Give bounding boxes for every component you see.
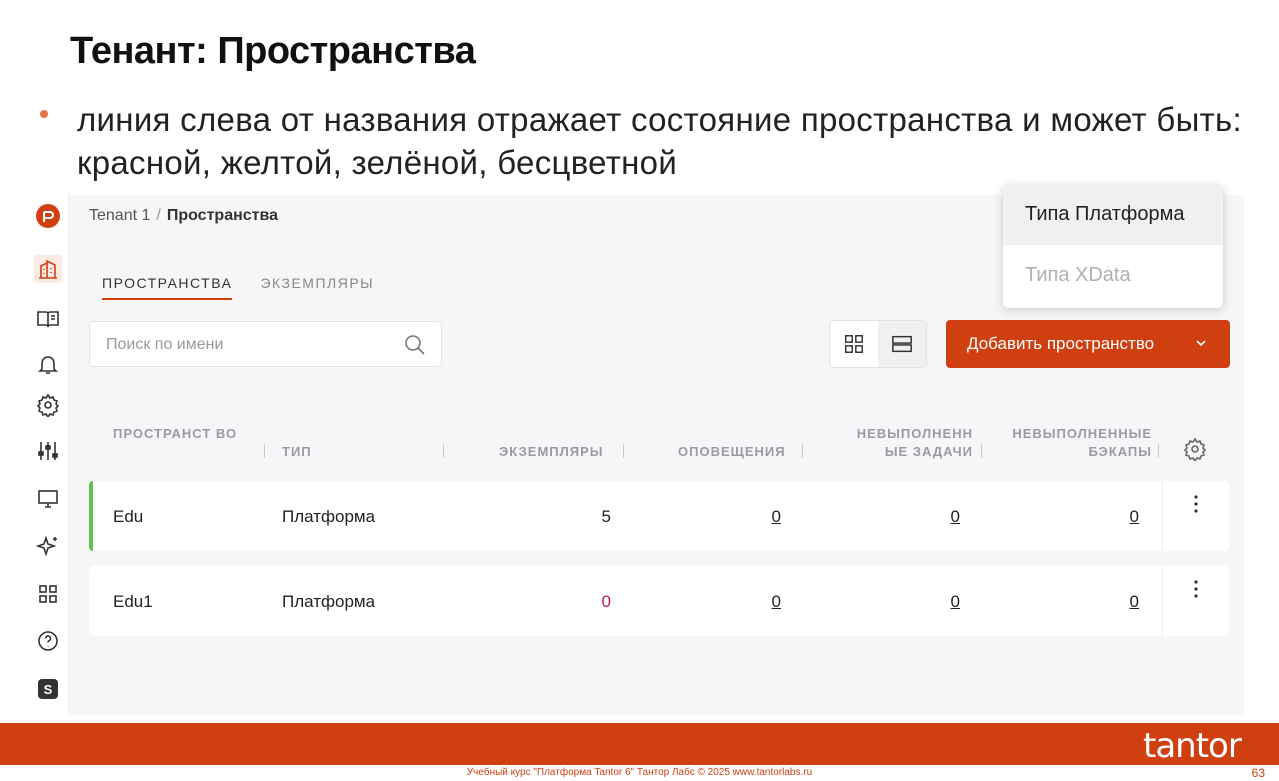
cell-type: Платформа — [282, 507, 376, 526]
col-separator — [981, 444, 982, 458]
sliders-icon[interactable] — [34, 437, 62, 465]
nav-rail: S — [27, 195, 69, 715]
footer-text: Учебный курс "Платформа Tantor 6" Тантор… — [466, 767, 813, 778]
cell-alerts-link[interactable]: 0 — [721, 507, 781, 527]
col-header-type[interactable]: ТИП — [282, 443, 312, 461]
list-view-icon — [892, 335, 912, 353]
slide-title: Тенант: Пространства — [70, 30, 476, 72]
tab-spaces[interactable]: ПРОСТРАНСТВА — [102, 275, 233, 300]
search-box — [89, 321, 442, 367]
cell-type: Платформа — [282, 592, 376, 611]
add-space-label: Добавить пространство — [967, 334, 1155, 353]
cell-instances-alert: 0 — [601, 592, 611, 611]
tile-view-icon — [845, 335, 863, 353]
kebab-menu-icon[interactable] — [1189, 578, 1203, 600]
page-number: 63 — [1251, 766, 1265, 780]
monitor-icon[interactable] — [34, 485, 62, 513]
bullet-text: линия слева от названия отражает состоян… — [77, 101, 1243, 181]
cell-space-name[interactable]: Edu — [113, 507, 143, 527]
add-space-button[interactable]: Добавить пространство — [946, 320, 1230, 368]
breadcrumb-current: Пространства — [166, 207, 279, 224]
breadcrumb-separator: / — [156, 207, 161, 224]
book-icon[interactable] — [34, 305, 62, 333]
view-toggle — [829, 320, 927, 368]
search-icon[interactable] — [403, 333, 427, 357]
tantor-logo: tantor — [1143, 726, 1242, 766]
sparkle-icon[interactable] — [34, 532, 62, 560]
cell-alerts-link[interactable]: 0 — [721, 592, 781, 612]
tabs: ПРОСТРАНСТВА ЭКЗЕМПЛЯРЫ — [102, 275, 374, 300]
search-input[interactable] — [106, 334, 386, 356]
cell-failed-tasks-link[interactable]: 0 — [900, 592, 960, 612]
tab-instances[interactable]: ЭКЗЕМПЛЯРЫ — [260, 275, 374, 300]
col-separator — [802, 444, 803, 458]
table-row[interactable]: Edu Платформа 5 0 0 0 — [89, 481, 1230, 551]
chevron-down-icon — [1196, 340, 1206, 347]
s-icon[interactable]: S — [34, 675, 62, 703]
col-header-alerts[interactable]: ОПОВЕЩЕНИЯ — [678, 443, 786, 461]
col-separator — [623, 444, 624, 458]
help-icon[interactable] — [34, 627, 62, 655]
logo-icon[interactable] — [34, 202, 62, 230]
row-menu-separator — [1162, 481, 1163, 551]
cell-failed-backups-link[interactable]: 0 — [1079, 507, 1139, 527]
tile-view-button[interactable] — [830, 321, 878, 367]
breadcrumb-root[interactable]: Tenant 1 — [89, 207, 150, 224]
col-header-space[interactable]: ПРОСТРАНСТ ВО — [113, 425, 237, 443]
footer-bar — [0, 723, 1279, 765]
add-space-dropdown: Типа Платформа Типа XData — [1003, 184, 1223, 308]
bullet-dot — [40, 110, 48, 118]
bell-icon[interactable] — [34, 350, 62, 378]
row-menu-separator — [1162, 566, 1163, 636]
cell-space-name[interactable]: Edu1 — [113, 592, 153, 612]
col-separator — [1158, 444, 1159, 458]
dropdown-item-xdata[interactable]: Типа XData — [1003, 245, 1223, 306]
table-row[interactable]: Edu1 Платформа 0 0 0 0 — [89, 566, 1230, 636]
gear-icon[interactable] — [34, 391, 62, 419]
col-separator — [443, 444, 444, 458]
cell-failed-backups-link[interactable]: 0 — [1079, 592, 1139, 612]
status-line-green — [89, 481, 93, 551]
buildings-icon[interactable] — [34, 255, 62, 283]
dropdown-item-platform[interactable]: Типа Платформа — [1003, 184, 1223, 245]
cell-instances: 5 — [601, 507, 611, 526]
col-header-instances[interactable]: ЭКЗЕМПЛЯРЫ — [499, 443, 604, 461]
col-separator — [264, 444, 265, 458]
kebab-menu-icon[interactable] — [1189, 493, 1203, 515]
breadcrumb: Tenant 1 / Пространства — [89, 207, 278, 225]
col-header-failed-tasks[interactable]: НЕВЫПОЛНЕНН ЫЕ ЗАДАЧИ — [847, 425, 973, 461]
cell-failed-tasks-link[interactable]: 0 — [900, 507, 960, 527]
table-settings-gear-icon[interactable] — [1183, 437, 1207, 461]
list-view-button[interactable] — [878, 321, 926, 367]
col-header-failed-backups[interactable]: НЕВЫПОЛНЕННЫЕ БЭКАПЫ — [1002, 425, 1152, 461]
grid-icon[interactable] — [34, 580, 62, 608]
